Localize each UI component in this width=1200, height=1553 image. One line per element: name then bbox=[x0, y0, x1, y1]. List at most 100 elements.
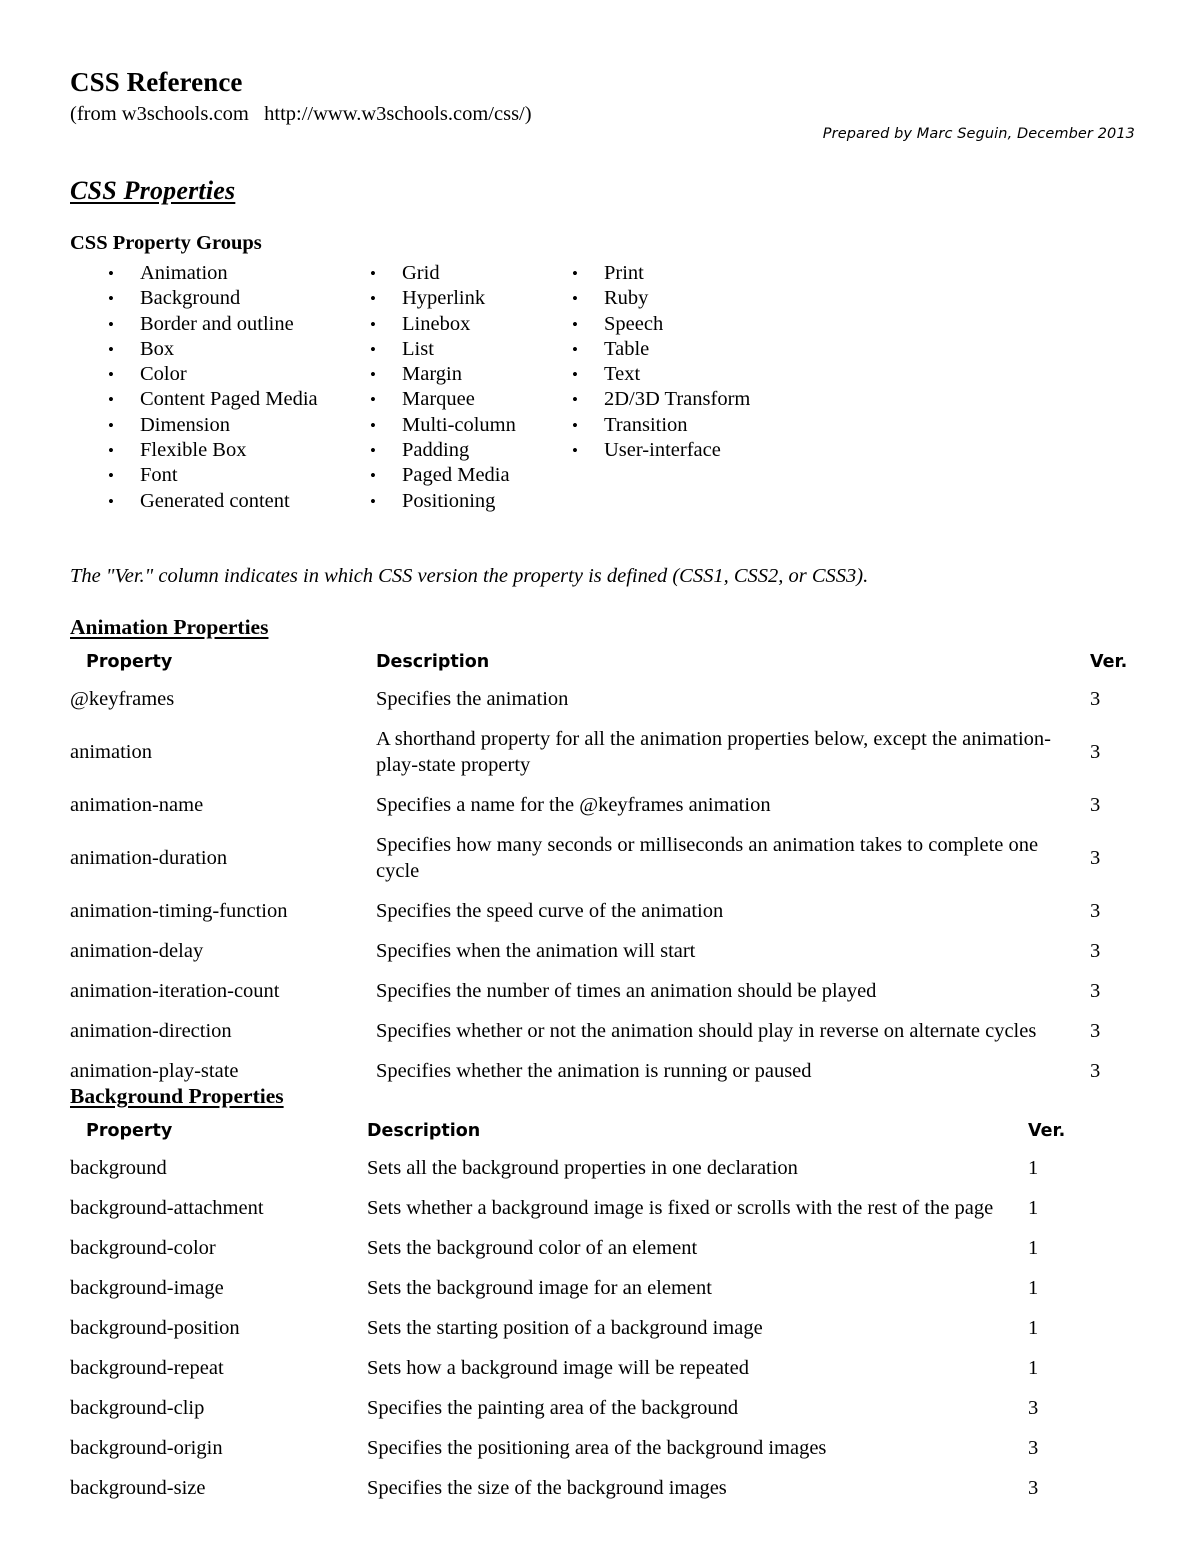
property-group-label: Content Paged Media bbox=[140, 388, 318, 411]
property-group-item: • List bbox=[370, 337, 516, 362]
property-group-item: • Dimension bbox=[108, 413, 318, 438]
table-row: animation-duration Specifies how many sec… bbox=[70, 825, 1157, 891]
column-header-property: Property bbox=[86, 651, 173, 672]
cell-version: 1 bbox=[1028, 1357, 1039, 1379]
property-group-label: 2D/3D Transform bbox=[604, 388, 751, 411]
table-row: background Sets all the background proper… bbox=[70, 1148, 1157, 1188]
property-group-item: • Animation bbox=[108, 261, 318, 286]
table-row: animation-timing-function Specifies the s… bbox=[70, 891, 1157, 931]
column-header-description: Description bbox=[376, 651, 490, 672]
property-group-item: • Paged Media bbox=[370, 463, 516, 488]
cell-description: Sets the background color of an element bbox=[367, 1237, 698, 1259]
cell-description: A shorthand property for all the animati… bbox=[376, 728, 1051, 776]
cell-property-name: background-attachment bbox=[70, 1197, 264, 1219]
property-group-label: Marquee bbox=[402, 388, 475, 411]
property-group-item: • Generated content bbox=[108, 489, 318, 514]
bullet-icon: • bbox=[108, 415, 114, 435]
bullet-icon: • bbox=[108, 339, 114, 359]
bullet-icon: • bbox=[108, 365, 114, 385]
cell-property-name: background-color bbox=[70, 1237, 216, 1259]
property-group-label: Border and outline bbox=[140, 312, 294, 335]
property-group-item: • Background bbox=[108, 286, 318, 311]
property-group-item: • Table bbox=[572, 337, 750, 362]
property-group-label: Multi-column bbox=[402, 413, 516, 436]
table-row: background-repeat Sets how a background i… bbox=[70, 1348, 1157, 1388]
column-header-ver: Ver. bbox=[1090, 651, 1128, 672]
cell-description: Specifies how many seconds or millisecon… bbox=[376, 834, 1039, 882]
property-group-label: Generated content bbox=[140, 489, 290, 512]
table-row: animation A shorthand property for all th… bbox=[70, 719, 1157, 785]
property-group-item: • Linebox bbox=[370, 312, 516, 337]
property-group-item: • Marquee bbox=[370, 387, 516, 412]
version-column-note: The "Ver." column indicates in which CSS… bbox=[70, 565, 869, 587]
property-group-label: Grid bbox=[402, 262, 440, 284]
cell-version: 3 bbox=[1090, 688, 1101, 710]
cell-version: 3 bbox=[1090, 940, 1101, 962]
bullet-icon: • bbox=[108, 491, 114, 511]
cell-property-name: animation-timing-function bbox=[70, 900, 288, 922]
column-header-description: Description bbox=[367, 1120, 481, 1141]
cell-property-name: background bbox=[70, 1157, 167, 1179]
document-page: CSS Reference (from w3schools.com http:/… bbox=[0, 0, 1200, 1553]
cell-version: 3 bbox=[1090, 741, 1101, 763]
table-row: background-image Sets the background imag… bbox=[70, 1268, 1157, 1308]
table-row: animation-iteration-count Specifies the n… bbox=[70, 971, 1157, 1011]
cell-property-name: background-origin bbox=[70, 1437, 223, 1459]
column-header-ver: Ver. bbox=[1028, 1120, 1066, 1141]
bullet-icon: • bbox=[572, 415, 578, 435]
property-group-item: • Print bbox=[572, 261, 750, 286]
cell-property-name: background-size bbox=[70, 1477, 206, 1499]
document-source-line: (from w3schools.com http://www.w3schools… bbox=[70, 103, 532, 125]
property-group-label: Background bbox=[140, 287, 241, 310]
cell-property-name: @keyframes bbox=[70, 688, 175, 710]
cell-version: 1 bbox=[1028, 1237, 1039, 1259]
bullet-icon: • bbox=[370, 466, 376, 486]
bullet-icon: • bbox=[370, 441, 376, 461]
document-title: CSS Reference bbox=[70, 67, 243, 97]
property-group-item: • Text bbox=[572, 362, 750, 387]
cell-property-name: animation-direction bbox=[70, 1020, 232, 1042]
bullet-icon: • bbox=[108, 289, 114, 309]
property-group-label: Text bbox=[604, 363, 641, 386]
property-group-item: • Color bbox=[108, 362, 318, 387]
cell-version: 3 bbox=[1028, 1477, 1039, 1499]
bullet-icon: • bbox=[370, 289, 376, 309]
cell-version: 3 bbox=[1090, 1020, 1101, 1042]
cell-property-name: animation-delay bbox=[70, 940, 204, 962]
cell-property-name: background-image bbox=[70, 1277, 224, 1299]
cell-description: Sets all the background properties in on… bbox=[367, 1157, 798, 1179]
property-group-item: • Font bbox=[108, 463, 318, 488]
bullet-icon: • bbox=[370, 415, 376, 435]
property-groups-column-3: • Print • Ruby • Speech • Table • Text • 2D/3D Tran… bbox=[572, 261, 750, 463]
bullet-icon: • bbox=[108, 390, 114, 410]
animation-table-body: @keyframes Specifies the animation 3 animat… bbox=[70, 679, 1157, 1091]
cell-version: 1 bbox=[1028, 1277, 1039, 1299]
property-group-item: • Ruby bbox=[572, 286, 750, 311]
cell-property-name: background-repeat bbox=[70, 1357, 224, 1379]
bullet-icon: • bbox=[108, 466, 114, 486]
table-row: background-color Sets the background colo… bbox=[70, 1228, 1157, 1268]
prepared-by-note: Prepared by Marc Seguin, December 2013 bbox=[822, 126, 1135, 142]
property-group-item: • Box bbox=[108, 337, 318, 362]
table-header-row: Property Description Ver. bbox=[70, 644, 1157, 679]
property-group-item: • Border and outline bbox=[108, 312, 318, 337]
background-properties-heading: Background Properties bbox=[70, 1084, 284, 1108]
bullet-icon: • bbox=[108, 314, 114, 334]
cell-description: Sets whether a background image is fixed… bbox=[367, 1197, 994, 1219]
property-group-label: Padding bbox=[402, 439, 470, 462]
property-group-label: Box bbox=[140, 337, 175, 360]
cell-description: Specifies whether or not the animation s… bbox=[376, 1020, 1037, 1042]
property-group-label: Positioning bbox=[402, 489, 496, 512]
bullet-icon: • bbox=[572, 264, 578, 283]
property-group-label: Transition bbox=[604, 413, 688, 436]
table-row: background-clip Specifies the painting ar… bbox=[70, 1388, 1157, 1428]
property-group-label: Ruby bbox=[604, 287, 649, 310]
bullet-icon: • bbox=[370, 491, 376, 511]
bullet-icon: • bbox=[108, 441, 114, 461]
property-group-item: • Speech bbox=[572, 312, 750, 337]
cell-property-name: animation-iteration-count bbox=[70, 980, 280, 1002]
cell-property-name: animation-name bbox=[70, 794, 204, 816]
property-group-label: Linebox bbox=[402, 312, 471, 335]
property-group-label: Print bbox=[604, 262, 644, 284]
table-row: background-size Specifies the size of the… bbox=[70, 1468, 1157, 1508]
